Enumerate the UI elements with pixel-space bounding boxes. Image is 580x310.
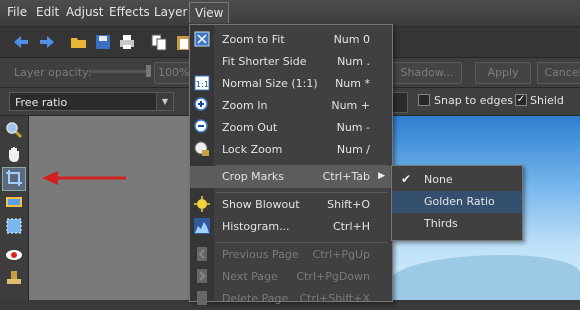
tool-palette <box>0 116 29 300</box>
print-icon[interactable] <box>118 33 136 51</box>
crop-marks-submenu: ✔ None Golden Ratio Thirds <box>391 165 523 241</box>
menu-item-shortcut: Ctrl+Shift+X <box>299 292 370 305</box>
crop-tool-icon[interactable] <box>5 169 23 187</box>
layer-opacity-label: Layer opacity: <box>14 66 92 79</box>
menu-item-shortcut: Num - <box>336 121 370 134</box>
menu-item-label: Delete Page <box>222 292 289 305</box>
shield-checkbox[interactable]: ✓ <box>515 94 527 106</box>
menu-item-label: Zoom Out <box>222 121 278 134</box>
opacity-value-field[interactable]: 100% <box>154 62 193 84</box>
submenu-item-label: Golden Ratio <box>424 195 495 208</box>
menu-item-shortcut: Num . <box>337 55 370 68</box>
menu-separator <box>216 242 388 243</box>
crop-field-stub[interactable] <box>392 92 408 113</box>
forward-arrow-icon[interactable] <box>38 33 56 51</box>
actual-size-icon: 1:1 <box>194 75 210 91</box>
zoom-fit-icon <box>194 31 210 47</box>
submenu-item-none[interactable]: ✔ None <box>392 169 522 191</box>
menu-item-previous-page[interactable]: Previous Page Ctrl+PgUp <box>190 244 392 266</box>
menu-item-label: Normal Size (1:1) <box>222 77 318 90</box>
view-menu-dropdown: Zoom to Fit Num 0 Fit Shorter Side Num .… <box>189 24 393 305</box>
annotation-arrow <box>42 171 126 185</box>
menu-item-show-blowout[interactable]: Show Blowout Shift+O <box>190 194 392 216</box>
menu-item-shortcut: Ctrl+H <box>332 220 370 233</box>
svg-text:1:1: 1:1 <box>196 80 209 89</box>
shadow-button[interactable]: Shadow... <box>392 62 462 84</box>
menu-item-shortcut: Num 0 <box>333 33 370 46</box>
menu-item-fit-shorter-side[interactable]: Fit Shorter Side Num . <box>190 51 392 73</box>
menu-effects[interactable]: Effects <box>109 5 150 19</box>
blowout-icon <box>194 196 210 212</box>
menu-item-label: Histogram... <box>222 220 290 233</box>
next-page-icon <box>197 269 207 283</box>
chevron-down-icon: ▼ <box>156 93 173 110</box>
menu-item-shortcut: Ctrl+Tab <box>322 170 370 183</box>
menu-item-shortcut: Num / <box>336 143 370 156</box>
snap-to-edges-checkbox[interactable] <box>418 94 430 106</box>
lock-zoom-icon <box>194 141 209 156</box>
menu-edit[interactable]: Edit <box>36 5 59 19</box>
menu-layer[interactable]: Layer <box>154 5 187 19</box>
clone-stamp-icon[interactable] <box>5 269 23 287</box>
menu-adjust[interactable]: Adjust <box>66 5 104 19</box>
menu-item-next-page[interactable]: Next Page Ctrl+PgDown <box>190 266 392 288</box>
menu-separator <box>216 192 388 193</box>
hand-tool-icon[interactable] <box>5 145 23 163</box>
back-arrow-icon[interactable] <box>12 33 30 51</box>
zoom-tool-icon[interactable] <box>5 121 23 139</box>
menu-file[interactable]: File <box>7 5 27 19</box>
menu-item-delete-page[interactable]: Delete Page Ctrl+Shift+X <box>190 288 392 310</box>
menu-item-label: Zoom In <box>222 99 268 112</box>
menu-item-zoom-in[interactable]: Zoom In Num + <box>190 95 392 117</box>
shield-label: Shield <box>530 94 564 107</box>
previous-page-icon <box>197 247 207 261</box>
menu-item-label: Next Page <box>222 270 278 283</box>
save-icon[interactable] <box>94 33 112 51</box>
zoom-out-icon <box>194 119 208 133</box>
menu-item-label: Lock Zoom <box>222 143 283 156</box>
menu-item-crop-marks[interactable]: Crop Marks Ctrl+Tab ▶ <box>190 166 392 188</box>
submenu-item-golden-ratio[interactable]: Golden Ratio <box>392 191 522 213</box>
submenu-item-thirds[interactable]: Thirds <box>392 213 522 235</box>
menu-item-label: Zoom to Fit <box>222 33 285 46</box>
delete-page-icon <box>197 291 207 305</box>
menu-item-lock-zoom[interactable]: Lock Zoom Num / <box>190 139 392 161</box>
submenu-item-label: Thirds <box>424 217 458 230</box>
menu-item-label: Previous Page <box>222 248 299 261</box>
menu-item-shortcut: Shift+O <box>327 198 370 211</box>
red-eye-tool-icon[interactable] <box>5 246 23 264</box>
crop-ratio-select[interactable]: Free ratio ▼ <box>9 92 174 111</box>
menu-item-label: Crop Marks <box>222 170 285 183</box>
menu-item-normal-size[interactable]: 1:1 Normal Size (1:1) Num * <box>190 73 392 95</box>
checkmark-icon: ✔ <box>401 172 412 186</box>
crop-ratio-value: Free ratio <box>15 96 68 109</box>
menu-item-label: Show Blowout <box>222 198 300 211</box>
menu-item-shortcut: Num * <box>335 77 370 90</box>
menu-item-histogram[interactable]: Histogram... Ctrl+H <box>190 216 392 238</box>
zoom-in-icon <box>194 97 208 111</box>
copy-icon[interactable] <box>150 33 168 51</box>
cancel-button[interactable]: Cancel <box>537 62 580 84</box>
open-folder-icon[interactable] <box>70 33 88 51</box>
selection-tool-icon[interactable] <box>5 217 23 235</box>
opacity-slider-handle[interactable] <box>146 65 151 77</box>
histogram-icon <box>194 218 210 234</box>
opacity-slider[interactable] <box>90 70 150 73</box>
menu-view[interactable]: View <box>189 2 230 23</box>
menu-item-zoom-to-fit[interactable]: Zoom to Fit Num 0 <box>190 29 392 51</box>
submenu-arrow-icon: ▶ <box>378 171 385 181</box>
apply-button[interactable]: Apply <box>475 62 531 84</box>
straighten-tool-icon[interactable] <box>5 193 23 211</box>
snap-to-edges-label: Snap to edges <box>434 94 513 107</box>
menu-item-shortcut: Ctrl+PgDown <box>296 270 370 283</box>
menu-item-shortcut: Num + <box>331 99 370 112</box>
menu-item-zoom-out[interactable]: Zoom Out Num - <box>190 117 392 139</box>
submenu-item-label: None <box>424 173 453 186</box>
menu-bar: File Edit Adjust Effects Layer View <box>0 0 580 27</box>
menu-item-label: Fit Shorter Side <box>222 55 307 68</box>
menu-item-shortcut: Ctrl+PgUp <box>312 248 370 261</box>
